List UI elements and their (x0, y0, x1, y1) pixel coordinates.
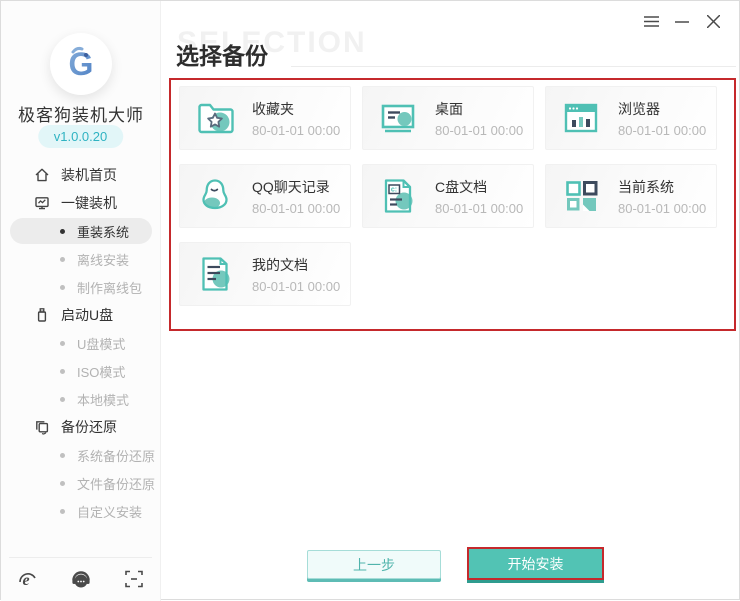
sidebar-item-label: 系统备份还原 (77, 446, 155, 465)
card-date: 80-01-01 00:00 (618, 201, 706, 216)
bullet-icon (60, 257, 65, 262)
sidebar-menu: 装机首页 一键装机 重装系统 离线安装 制作离线包 启动U盘 U盘模式 ISO (1, 161, 161, 525)
sidebar-item-label: 一键装机 (61, 193, 117, 213)
sidebar-item-usb-mode[interactable]: U盘模式 (1, 329, 161, 357)
dog-g-logo-icon: G (59, 42, 103, 86)
bullet-icon (60, 453, 65, 458)
card-title: 浏览器 (618, 99, 706, 119)
card-date: 80-01-01 00:00 (435, 201, 523, 216)
menu-icon[interactable] (643, 14, 659, 28)
title-underline (291, 66, 736, 67)
svg-text:c:: c: (391, 187, 397, 194)
sidebar-item-label: 重装系统 (77, 222, 129, 241)
c-drive-doc-icon: c: (376, 174, 420, 218)
favorites-folder-icon (193, 96, 237, 140)
card-title: 桌面 (435, 99, 523, 119)
browser-icon (559, 96, 603, 140)
sidebar-item-label: 文件备份还原 (77, 474, 155, 493)
app-logo: G (50, 33, 112, 95)
sidebar-item-backup-restore[interactable]: 备份还原 (1, 413, 161, 441)
card-date: 80-01-01 00:00 (252, 279, 340, 294)
sidebar-item-one-key-install[interactable]: 一键装机 (1, 189, 161, 217)
bullet-icon (60, 397, 65, 402)
sidebar-footer: e (15, 567, 146, 591)
card-text: 我的文档 80-01-01 00:00 (252, 255, 340, 294)
bullet-icon (60, 509, 65, 514)
sidebar-item-label: 装机首页 (61, 165, 117, 185)
card-date: 80-01-01 00:00 (252, 201, 340, 216)
sidebar-item-system-backup-restore[interactable]: 系统备份还原 (1, 441, 161, 469)
sidebar: G 极客狗装机大师 v1.0.0.20 装机首页 一键装机 重装系统 离线安装 … (1, 1, 161, 601)
ie-browser-icon[interactable]: e (15, 567, 39, 591)
home-icon (34, 167, 50, 183)
bullet-icon (60, 341, 65, 346)
desktop-icon (376, 96, 420, 140)
start-install-button[interactable]: 开始安装 (469, 549, 602, 578)
card-title: 我的文档 (252, 255, 340, 275)
minimize-icon[interactable] (674, 14, 690, 28)
card-title: QQ聊天记录 (252, 177, 340, 197)
sidebar-item-label: 自定义安装 (77, 502, 142, 521)
sidebar-item-label: ISO模式 (77, 362, 125, 381)
sidebar-item-file-backup-restore[interactable]: 文件备份还原 (1, 469, 161, 497)
card-date: 80-01-01 00:00 (252, 123, 340, 138)
card-date: 80-01-01 00:00 (618, 123, 706, 138)
page-title: 选择备份 (176, 37, 268, 71)
sidebar-item-label: U盘模式 (77, 334, 125, 353)
sidebar-item-label: 本地模式 (77, 390, 129, 409)
app-name: 极客狗装机大师 (1, 101, 161, 126)
sidebar-item-reinstall-system[interactable]: 重装系统 (10, 218, 152, 244)
main-content: SELECTION 选择备份 收藏夹 80-01-01 00:00 (162, 1, 739, 599)
bullet-icon (60, 481, 65, 486)
sidebar-footer-divider (9, 557, 152, 558)
sidebar-item-iso-mode[interactable]: ISO模式 (1, 357, 161, 385)
current-system-icon (559, 174, 603, 218)
card-text: 桌面 80-01-01 00:00 (435, 99, 523, 138)
sidebar-item-local-mode[interactable]: 本地模式 (1, 385, 161, 413)
my-documents-icon (193, 252, 237, 296)
backup-card-desktop[interactable]: 桌面 80-01-01 00:00 (362, 86, 534, 150)
version-badge: v1.0.0.20 (38, 125, 124, 148)
backup-card-favorites[interactable]: 收藏夹 80-01-01 00:00 (179, 86, 351, 150)
card-text: 收藏夹 80-01-01 00:00 (252, 99, 340, 138)
card-date: 80-01-01 00:00 (435, 123, 523, 138)
qq-icon (193, 174, 237, 218)
card-text: QQ聊天记录 80-01-01 00:00 (252, 177, 340, 216)
sidebar-item-boot-usb[interactable]: 启动U盘 (1, 301, 161, 329)
card-text: 当前系统 80-01-01 00:00 (618, 177, 706, 216)
backup-card-c-drive-docs[interactable]: c: C盘文档 80-01-01 00:00 (362, 164, 534, 228)
sidebar-item-label: 离线安装 (77, 250, 129, 269)
card-title: C盘文档 (435, 177, 523, 197)
sidebar-item-home[interactable]: 装机首页 (1, 161, 161, 189)
customer-service-icon[interactable] (69, 567, 93, 591)
bullet-icon (60, 229, 65, 234)
sidebar-item-offline-install[interactable]: 离线安装 (1, 245, 161, 273)
sidebar-item-label: 启动U盘 (61, 305, 113, 325)
card-title: 当前系统 (618, 177, 706, 197)
window-controls (643, 14, 721, 28)
card-title: 收藏夹 (252, 99, 340, 119)
svg-text:e: e (22, 572, 29, 589)
backup-card-current-system[interactable]: 当前系统 80-01-01 00:00 (545, 164, 717, 228)
card-text: 浏览器 80-01-01 00:00 (618, 99, 706, 138)
sidebar-item-make-offline-pack[interactable]: 制作离线包 (1, 273, 161, 301)
restore-icon (34, 419, 50, 435)
start-install-highlight: 开始安装 (467, 547, 604, 580)
backup-card-qq-history[interactable]: QQ聊天记录 80-01-01 00:00 (179, 164, 351, 228)
sidebar-item-label: 制作离线包 (77, 278, 142, 297)
usb-icon (34, 307, 50, 323)
sidebar-item-custom-install[interactable]: 自定义安装 (1, 497, 161, 525)
bullet-icon (60, 369, 65, 374)
backup-card-my-documents[interactable]: 我的文档 80-01-01 00:00 (179, 242, 351, 306)
close-icon[interactable] (705, 14, 721, 28)
sidebar-item-label: 备份还原 (61, 417, 117, 437)
card-text: C盘文档 80-01-01 00:00 (435, 177, 523, 216)
monitor-icon (34, 195, 50, 211)
backup-cards-grid: 收藏夹 80-01-01 00:00 桌面 80-01-01 00:00 (179, 86, 729, 306)
bullet-icon (60, 285, 65, 290)
previous-step-button[interactable]: 上一步 (307, 550, 441, 579)
scan-icon[interactable] (122, 567, 146, 591)
backup-card-browser[interactable]: 浏览器 80-01-01 00:00 (545, 86, 717, 150)
